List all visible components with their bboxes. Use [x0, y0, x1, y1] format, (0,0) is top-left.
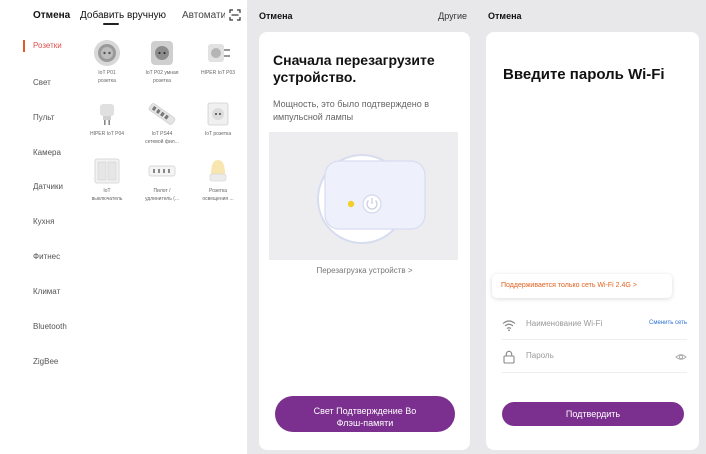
- category-active-bar: [23, 40, 25, 52]
- category-item-zigbee[interactable]: ZigBee: [23, 352, 85, 372]
- tab-add-manually[interactable]: Добавить вручную: [80, 10, 166, 21]
- category-sidebar: Розетки Свет Пульт Камера Датчики Кухня …: [23, 32, 85, 432]
- add-device-panel: Отмена Добавить вручную Автоматически Ро…: [0, 0, 247, 454]
- category-label: Розетки: [33, 41, 62, 50]
- category-item-sockets[interactable]: Розетки: [23, 36, 85, 56]
- scan-icon[interactable]: [229, 9, 241, 21]
- button-label-line2: Флэш-памяти: [336, 418, 394, 428]
- confirm-flash-button[interactable]: Свет Подтверждение Во Флэш-памяти: [275, 396, 455, 432]
- eye-icon[interactable]: [675, 351, 687, 363]
- night-light-icon: [209, 160, 227, 182]
- divider: [502, 339, 687, 340]
- category-item-bluetooth[interactable]: Bluetooth: [23, 317, 85, 337]
- page-title: Введите пароль Wi-Fi: [503, 66, 665, 83]
- password-field[interactable]: Пароль: [502, 348, 687, 366]
- device-tile[interactable]: IoT розетка: [190, 99, 246, 137]
- category-item-kitchen[interactable]: Кухня: [23, 212, 85, 232]
- reset-device-panel: Отмена Другие Сначала перезагрузите устр…: [247, 0, 475, 454]
- confirm-button[interactable]: Подтвердить: [502, 402, 684, 426]
- device-reset-illustration: [269, 132, 458, 260]
- button-label-line1: Свет Подтверждение Во: [313, 406, 417, 416]
- device-tile[interactable]: IoT P01 розетка: [79, 38, 135, 84]
- wall-switch-icon: [94, 158, 120, 184]
- wall-socket-icon: [207, 102, 229, 126]
- category-item-fitness[interactable]: Фитнес: [23, 247, 85, 267]
- device-name: Розетка: [208, 188, 228, 194]
- device-name-line2: розетка: [153, 78, 171, 84]
- wifi-card: Введите пароль Wi-Fi Поддерживается толь…: [486, 32, 699, 450]
- device-name-line2: удлинитель (...: [144, 196, 180, 202]
- device-name: IoT P02 умная: [145, 70, 179, 76]
- led-indicator-icon: [347, 200, 355, 208]
- category-label: Датчики: [33, 182, 63, 191]
- round-socket-icon: [94, 40, 120, 66]
- category-item-sensors[interactable]: Датчики: [23, 177, 85, 197]
- power-strip-icon: [148, 103, 176, 125]
- divider: [502, 372, 687, 373]
- device-tile[interactable]: IoT выключатель: [79, 156, 135, 202]
- device-name: Пилот /: [153, 188, 171, 194]
- reset-card: Сначала перезагрузите устройство. Мощнос…: [259, 32, 470, 450]
- device-tile[interactable]: HIPER IoT P04: [79, 99, 135, 137]
- add-device-header: Отмена Добавить вручную Автоматически: [0, 0, 247, 30]
- socket-illustration: [317, 154, 426, 244]
- cancel-button[interactable]: Отмена: [488, 11, 522, 21]
- cancel-button[interactable]: Отмена: [259, 11, 293, 21]
- device-name: IoT PS44: [151, 131, 173, 137]
- reset-devices-link[interactable]: Перезагрузка устройств >: [259, 266, 470, 275]
- device-tile[interactable]: Розетка освещения ...: [190, 156, 246, 202]
- device-grid: IoT P01 розетка IoT P02 умная розетка HI…: [82, 36, 247, 236]
- plug-icon: [100, 104, 114, 125]
- category-label: Пульт: [33, 113, 55, 122]
- category-label: ZigBee: [33, 357, 59, 366]
- wifi-network-field[interactable]: Наименование Wi-Fi Сменить сеть: [502, 316, 687, 334]
- device-tile[interactable]: Пилот / удлинитель (...: [134, 156, 190, 202]
- device-name: HIPER IoT P04: [89, 131, 125, 137]
- wifi-24g-warning[interactable]: Поддерживается только сеть Wi-Fi 2.4G >: [492, 274, 672, 298]
- other-button[interactable]: Другие: [438, 11, 467, 21]
- page-title: Сначала перезагрузите устройство.: [273, 52, 435, 85]
- device-name: IoT розетка: [204, 131, 232, 137]
- category-item-light[interactable]: Свет: [23, 73, 85, 93]
- wifi-name-placeholder: Наименование Wi-Fi: [526, 319, 603, 328]
- device-tile[interactable]: IoT PS44 сетевой фил...: [134, 99, 190, 145]
- category-label: Свет: [33, 78, 51, 87]
- category-label: Bluetooth: [33, 322, 67, 331]
- screen-root: Отмена Добавить вручную Автоматически Ро…: [0, 0, 706, 454]
- category-label: Фитнес: [33, 252, 61, 261]
- square-socket-icon: [151, 41, 173, 65]
- device-name-line2: розетка: [98, 78, 116, 84]
- category-item-remote[interactable]: Пульт: [23, 108, 85, 128]
- wifi-icon: [502, 320, 516, 332]
- device-name: HIPER IoT P03: [200, 70, 236, 76]
- password-placeholder: Пароль: [526, 351, 554, 360]
- plug-adapter-icon: [208, 44, 230, 62]
- device-name: IoT: [103, 188, 111, 194]
- lock-icon: [503, 350, 515, 364]
- wifi-password-panel: Отмена Введите пароль Wi-Fi Поддерживает…: [475, 0, 706, 454]
- device-tile[interactable]: IoT P02 умная розетка: [134, 38, 190, 84]
- reset-description: Мощность, это было подтверждено в импуль…: [273, 99, 429, 122]
- extension-cord-icon: [148, 165, 176, 177]
- category-item-climate[interactable]: Климат: [23, 282, 85, 302]
- device-name: IoT P01: [98, 70, 116, 76]
- category-label: Кухня: [33, 217, 55, 226]
- category-label: Климат: [33, 287, 61, 296]
- tab-auto-scan[interactable]: Автоматически: [182, 10, 225, 21]
- device-tile[interactable]: HIPER IoT P03: [190, 38, 246, 76]
- device-name-line2: выключатель: [91, 196, 123, 202]
- device-name-line2: освещения ...: [202, 196, 234, 202]
- tab-active-indicator: [103, 23, 119, 25]
- category-label: Камера: [33, 148, 61, 157]
- cancel-button[interactable]: Отмена: [33, 10, 70, 21]
- device-name-line2: сетевой фил...: [145, 139, 179, 145]
- category-item-camera[interactable]: Камера: [23, 143, 85, 163]
- change-network-link[interactable]: Сменить сеть: [649, 320, 687, 326]
